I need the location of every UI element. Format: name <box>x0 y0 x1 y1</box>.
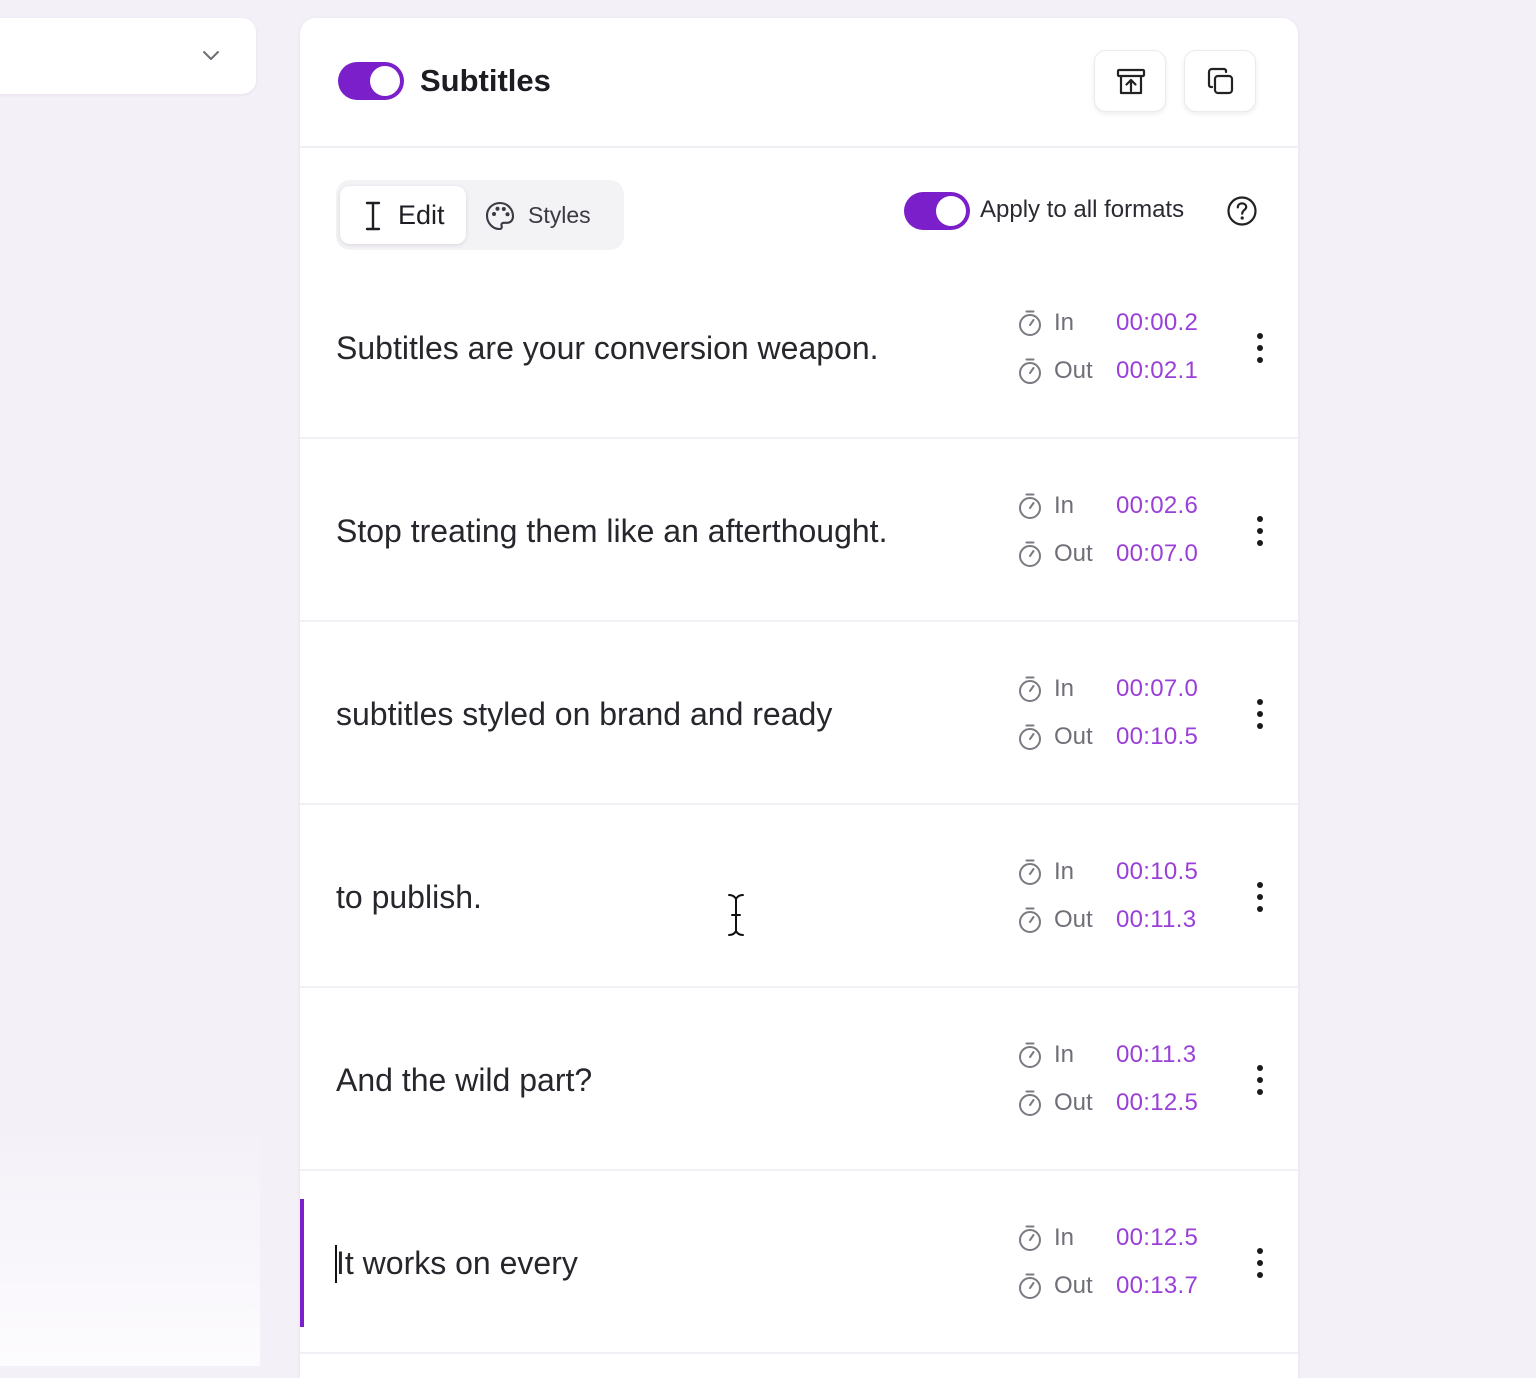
more-options-icon[interactable] <box>1248 1060 1272 1100</box>
subtitle-list: Subtitles are your conversion weapon. In… <box>300 256 1298 1354</box>
format-dropdown[interactable] <box>0 18 256 94</box>
subtitle-row[interactable]: Subtitles are your conversion weapon. In… <box>300 256 1298 439</box>
stopwatch-icon <box>1019 1042 1041 1068</box>
timecode-in-label: In <box>1054 1041 1075 1068</box>
stopwatch-icon <box>1019 724 1041 750</box>
toggle-knob <box>370 66 400 96</box>
timecode-in-value[interactable]: 00:07.0 <box>1116 672 1198 706</box>
subtitle-row-active[interactable]: It works on every In 00:12.5 Out 00:13.7 <box>300 1171 1298 1354</box>
timecode-out-value[interactable]: 00:02.1 <box>1116 354 1198 388</box>
more-options-icon[interactable] <box>1248 511 1272 551</box>
stopwatch-icon <box>1019 1273 1041 1299</box>
timecode-in-value[interactable]: 00:02.6 <box>1116 489 1198 523</box>
stopwatch-icon <box>1019 358 1041 384</box>
stopwatch-icon <box>1019 493 1041 519</box>
timecode-out-value[interactable]: 00:12.5 <box>1116 1086 1198 1120</box>
question-circle-icon[interactable] <box>1226 195 1258 227</box>
timecode-out-label: Out <box>1054 1089 1093 1116</box>
stopwatch-icon <box>1019 541 1041 567</box>
timecode-in-value[interactable]: 00:12.5 <box>1116 1221 1198 1255</box>
timecode-out-value[interactable]: 00:13.7 <box>1116 1269 1198 1303</box>
subtitle-text[interactable]: Subtitles are your conversion weapon. <box>336 328 879 368</box>
timecode-in-label: In <box>1054 858 1075 885</box>
stopwatch-icon <box>1019 1090 1041 1116</box>
archive-upload-icon <box>1116 68 1146 95</box>
timecode-out-label: Out <box>1054 723 1093 750</box>
subtitle-row[interactable]: subtitles styled on brand and ready In 0… <box>300 622 1298 805</box>
timecode-in-label: In <box>1054 675 1075 702</box>
timecode-out-label: Out <box>1054 906 1093 933</box>
timecode-out-label: Out <box>1054 540 1093 567</box>
timecode-in-label: In <box>1054 309 1075 336</box>
stopwatch-icon <box>1019 859 1041 885</box>
copy-icon <box>1207 67 1234 95</box>
tab-styles-label: Styles <box>528 202 591 228</box>
tab-edit[interactable]: Edit <box>340 186 466 244</box>
left-panel-fade <box>0 1120 260 1366</box>
panel-header: Subtitles <box>300 18 1298 148</box>
stopwatch-icon <box>1019 310 1041 336</box>
stopwatch-icon <box>1019 907 1041 933</box>
subtitle-text[interactable]: It works on every <box>336 1243 578 1283</box>
more-options-icon[interactable] <box>1248 694 1272 734</box>
stopwatch-icon <box>1019 676 1041 702</box>
copy-button[interactable] <box>1184 50 1256 112</box>
apply-all-formats-toggle[interactable] <box>904 192 970 230</box>
more-options-icon[interactable] <box>1248 1243 1272 1283</box>
subtitle-row[interactable]: Stop treating them like an afterthought.… <box>300 439 1298 622</box>
mode-tabs: Edit Styles <box>336 180 624 250</box>
subtitle-row[interactable]: to publish. In 00:10.5 Out 00:11.3 <box>300 805 1298 988</box>
panel-title: Subtitles <box>420 63 551 98</box>
timecode-out-value[interactable]: 00:11.3 <box>1116 903 1196 937</box>
toggle-knob <box>936 196 966 226</box>
apply-all-formats-label: Apply to all formats <box>980 196 1185 223</box>
timecode-out-value[interactable]: 00:10.5 <box>1116 720 1198 754</box>
subtitle-text[interactable]: And the wild part? <box>336 1060 592 1100</box>
chevron-down-icon[interactable] <box>200 44 222 66</box>
timecode-in-value[interactable]: 00:00.2 <box>1116 306 1198 340</box>
text-cursor-icon <box>365 201 381 231</box>
stopwatch-icon <box>1019 1225 1041 1251</box>
mouse-ibeam-cursor-icon <box>726 892 746 938</box>
timecode-out-label: Out <box>1054 1272 1093 1299</box>
subtitle-row[interactable]: And the wild part? In 00:11.3 Out 00:12.… <box>300 988 1298 1171</box>
timecode-in-value[interactable]: 00:10.5 <box>1116 855 1198 889</box>
more-options-icon[interactable] <box>1248 877 1272 917</box>
subtitles-toggle[interactable] <box>338 62 404 100</box>
timecode-out-value[interactable]: 00:07.0 <box>1116 537 1198 571</box>
tab-edit-label: Edit <box>398 200 445 230</box>
more-options-icon[interactable] <box>1248 328 1272 368</box>
timecode-out-label: Out <box>1054 357 1093 384</box>
timecode-in-label: In <box>1054 1224 1075 1251</box>
subtitles-panel: Subtitles Edit Styles Apply to all forma… <box>300 18 1298 1378</box>
timecode-in-label: In <box>1054 492 1075 519</box>
subtitle-text[interactable]: Stop treating them like an afterthought. <box>336 511 887 551</box>
archive-upload-button[interactable] <box>1094 50 1166 112</box>
subtitle-text[interactable]: subtitles styled on brand and ready <box>336 694 832 734</box>
subtitle-text[interactable]: to publish. <box>336 877 482 917</box>
tab-styles[interactable]: Styles <box>472 186 620 244</box>
timecode-in-value[interactable]: 00:11.3 <box>1116 1038 1196 1072</box>
palette-icon <box>485 201 515 231</box>
